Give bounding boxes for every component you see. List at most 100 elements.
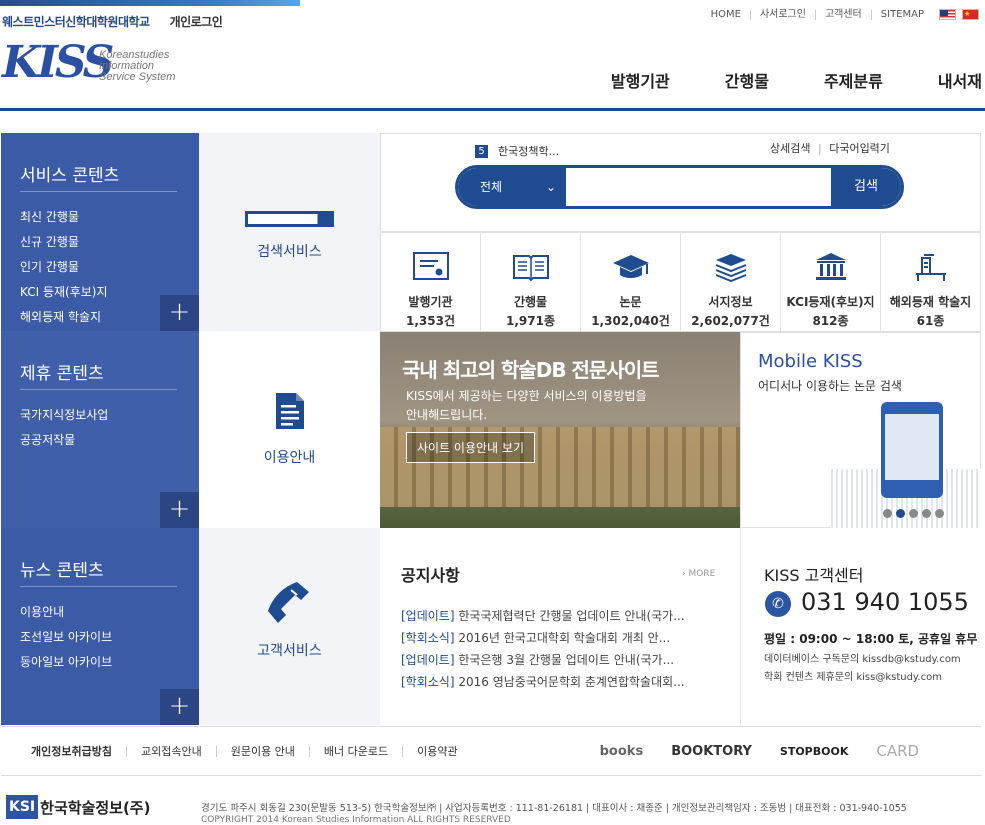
phone-icon <box>267 582 309 623</box>
document-icon <box>275 393 304 429</box>
phone-image <box>881 402 943 498</box>
cs-phone-number: 031 940 1055 <box>801 588 969 616</box>
stat-label: 간행물 <box>513 295 548 309</box>
slide-dot[interactable] <box>922 509 931 518</box>
nav-subject[interactable]: 주제분류 <box>824 68 883 92</box>
desk-icon <box>915 254 946 281</box>
china-flag-icon[interactable]: ★ <box>962 9 979 20</box>
privacy-policy-link[interactable]: 개인정보취급방침 <box>1 746 126 757</box>
graduation-cap-icon <box>612 255 649 278</box>
cs-partner-mail: 학회 컨텐츠 제휴문의 kiss@kstudy.com <box>764 672 942 683</box>
search-box: 전체 ⌄ 검색 <box>455 165 904 209</box>
slide-dot-active[interactable] <box>896 509 905 518</box>
stat-kci[interactable]: KCI등재(후보)지 812종 <box>780 233 880 331</box>
partner-contents-panel: 제휴 콘텐츠 국가지식정보사업 공공저작물 + <box>1 331 199 528</box>
slide-dot[interactable] <box>935 509 944 518</box>
company-logo[interactable]: KSI 한국학술정보(주) <box>6 795 150 819</box>
site-guide-button[interactable]: 사이트 이용안내 보기 <box>406 432 535 463</box>
notice-item[interactable]: [업데이트] 한국국제협력단 간행물 업데이트 안내(국가... <box>401 605 685 627</box>
stat-bibliographic[interactable]: 서지정보 2,602,077건 <box>680 233 780 331</box>
customer-center-panel: KISS 고객센터 ✆ 031 940 1055 평일 : 09:00 ~ 18… <box>740 528 981 725</box>
plus-icon[interactable]: + <box>160 689 199 725</box>
us-flag-icon[interactable] <box>939 9 956 20</box>
cs-title: KISS 고객센터 <box>764 566 864 585</box>
stat-journals[interactable]: 간행물 1,971종 <box>480 233 580 331</box>
notice-more-link[interactable]: › MORE <box>682 569 715 579</box>
fulltext-guide-link[interactable]: 원문이용 안내 <box>215 745 309 757</box>
terms-link[interactable]: 이용약관 <box>402 745 471 757</box>
notice-title: 공지사항 <box>401 566 460 585</box>
stat-value: 61종 <box>916 314 945 328</box>
company-address: 경기도 파주시 회동길 230(문발동 513-5) 한국학술정보㈜ | 사업자… <box>201 803 907 814</box>
menu-foreign-journals[interactable]: 해외등재 학술지 <box>20 305 108 330</box>
institution-icon <box>815 253 846 280</box>
stat-foreign[interactable]: 해외등재 학술지 61종 <box>880 233 980 331</box>
mobile-kiss-panel[interactable]: Mobile KISS 어디서나 이용하는 논문 검색 <box>740 332 981 529</box>
stat-label: 해외등재 학술지 <box>889 295 972 309</box>
plus-icon[interactable]: + <box>160 295 199 331</box>
phone-circle-icon: ✆ <box>765 591 791 617</box>
utility-nav: HOME 사서로그인 고객센터 SITEMAP ★ <box>702 9 979 20</box>
advanced-search-link[interactable]: 상세검색 <box>770 142 810 155</box>
personal-login-link[interactable]: 개인로그인 <box>170 15 223 29</box>
booktory-logo[interactable]: BOOKTORY <box>671 744 752 759</box>
multilang-input-link[interactable]: 다국어입력기 <box>829 142 890 155</box>
util-customer-center-link[interactable]: 고객센터 <box>814 9 871 20</box>
banner-download-link[interactable]: 배너 다운로드 <box>308 745 402 757</box>
search-scope-select[interactable]: 전체 ⌄ <box>458 168 566 206</box>
offcampus-guide-link[interactable]: 교외접속안내 <box>125 745 216 757</box>
banner-desc-2: 안내해드립니다. <box>406 408 488 422</box>
nav-journals[interactable]: 간행물 <box>725 68 769 92</box>
header-divider <box>0 108 985 111</box>
card-logo[interactable]: CARD <box>876 742 919 760</box>
menu-donga-archive[interactable]: 동아일보 아카이브 <box>20 650 112 675</box>
stat-papers[interactable]: 논문 1,302,040건 <box>580 233 680 331</box>
slide-dot[interactable] <box>909 509 918 518</box>
notice-item[interactable]: [학회소식] 2016년 한국고대학회 학술대회 개최 안... <box>401 627 685 649</box>
search-service-label: 검색서비스 <box>257 244 322 260</box>
stat-label: 논문 <box>619 295 642 309</box>
menu-new-journals[interactable]: 신규 간행물 <box>20 230 108 255</box>
slide-indicator[interactable] <box>883 509 944 518</box>
menu-guide[interactable]: 이용안내 <box>20 600 112 625</box>
guide-tile[interactable]: 이용안내 <box>199 331 380 528</box>
nav-my-library[interactable]: 내서재 <box>938 68 982 92</box>
slide-dot[interactable] <box>883 509 892 518</box>
search-bar-icon <box>245 211 334 227</box>
menu-public-works[interactable]: 공공저작물 <box>20 428 108 453</box>
customer-service-tile[interactable]: 고객서비스 <box>199 528 380 725</box>
notice-item[interactable]: [학회소식] 2016 영남중국어문학회 춘계연합학술대회... <box>401 671 685 693</box>
mobile-title: Mobile KISS <box>758 351 863 372</box>
kiss-logo[interactable]: KISS Koreanstudies Information Service Sys… <box>2 38 182 88</box>
cs-db-mail: 데이터베이스 구독문의 kissdb@kstudy.com <box>764 654 961 665</box>
search-service-tile[interactable]: 검색서비스 <box>199 133 380 331</box>
search-input[interactable] <box>566 168 831 206</box>
menu-popular-journals[interactable]: 인기 간행물 <box>20 255 108 280</box>
menu-chosun-archive[interactable]: 조선일보 아카이브 <box>20 625 112 650</box>
plus-icon[interactable]: + <box>160 492 199 528</box>
service-contents-title: 서비스 콘텐츠 <box>20 166 120 186</box>
books-logo[interactable]: books <box>600 744 644 759</box>
mobile-subtitle: 어디서나 이용하는 논문 검색 <box>758 379 902 393</box>
util-sitemap-link[interactable]: SITEMAP <box>870 9 933 20</box>
popular-keyword-text: 한국정책학... <box>498 145 560 158</box>
promo-banner[interactable]: 국내 최고의 학술DB 전문사이트 KISS에서 제공하는 다양한 서비스의 이… <box>380 332 740 528</box>
stat-publishers[interactable]: 발행기관 1,353건 <box>381 233 480 331</box>
banner-title: 국내 최고의 학술DB 전문사이트 <box>402 358 660 382</box>
menu-national-knowledge[interactable]: 국가지식정보사업 <box>20 403 108 428</box>
util-home-link[interactable]: HOME <box>702 9 750 20</box>
partner-contents-title: 제휴 콘텐츠 <box>20 364 104 384</box>
nav-publisher[interactable]: 발행기관 <box>611 68 670 92</box>
menu-latest-journals[interactable]: 최신 간행물 <box>20 205 108 230</box>
stopbook-logo[interactable]: STOPBOOK <box>780 745 848 758</box>
service-contents-panel: 서비스 콘텐츠 최신 간행물 신규 간행물 인기 간행물 KCI 등재(후보)지… <box>1 133 199 331</box>
stat-value: 1,353건 <box>406 314 455 328</box>
popular-keyword[interactable]: 5 한국정책학... <box>475 143 559 159</box>
stat-value: 1,971종 <box>506 314 555 328</box>
util-librarian-login-link[interactable]: 사서로그인 <box>749 9 815 20</box>
menu-kci-journals[interactable]: KCI 등재(후보)지 <box>20 280 108 305</box>
search-button[interactable]: 검색 <box>831 168 901 206</box>
popular-rank-badge: 5 <box>475 144 488 158</box>
institution-name: 웨스트민스터신학대학원대학교 개인로그인 <box>2 15 223 29</box>
notice-item[interactable]: [업데이트] 한국은행 3월 간행물 업데이트 안내(국가... <box>401 649 685 671</box>
